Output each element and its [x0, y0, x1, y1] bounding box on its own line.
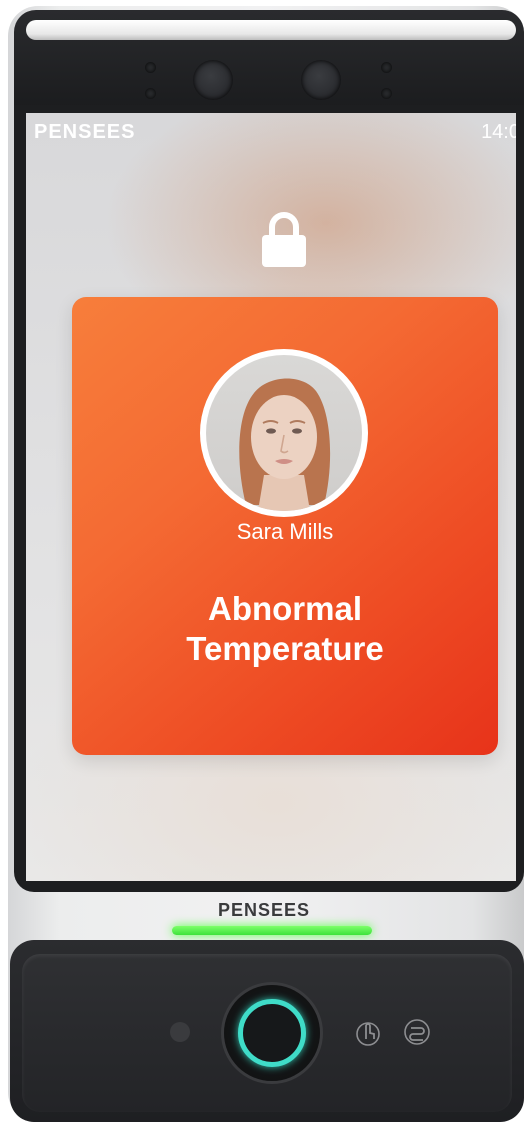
sensor-dot: [145, 62, 156, 73]
alert-card: Sara Mills Abnormal Temperature: [72, 297, 498, 755]
ir-sensor-dot: [170, 1022, 190, 1042]
brand-logo: PENSEES: [34, 121, 136, 143]
sensor-dot: [145, 88, 156, 99]
camera-lens: [193, 60, 233, 100]
face-photo: [206, 355, 362, 511]
sensor-dot: [381, 62, 392, 73]
top-light-bar: [26, 20, 516, 40]
display-screen: PENSEES 14:0 Sara Mills Abnormal Tempera…: [26, 113, 516, 881]
device-brand-label: PENSEES: [217, 900, 311, 920]
lock-icon: [262, 212, 306, 267]
alert-title-line2: Temperature: [186, 630, 384, 667]
sensor-dot: [381, 88, 392, 99]
person-name: Sara Mills: [236, 519, 334, 544]
nfc-card-icon: [404, 1019, 430, 1045]
clock: 14:0: [481, 121, 516, 143]
camera-lens: [301, 60, 341, 100]
status-light-bar: [172, 926, 372, 935]
alert-title-line1: Abnormal: [207, 590, 362, 627]
portrait-image: [239, 378, 331, 511]
alert-title: Abnormal Temperature: [72, 589, 498, 669]
avatar: [200, 349, 368, 517]
fingerprint-ring[interactable]: [238, 999, 306, 1067]
touch-hand-icon: [356, 1022, 380, 1046]
